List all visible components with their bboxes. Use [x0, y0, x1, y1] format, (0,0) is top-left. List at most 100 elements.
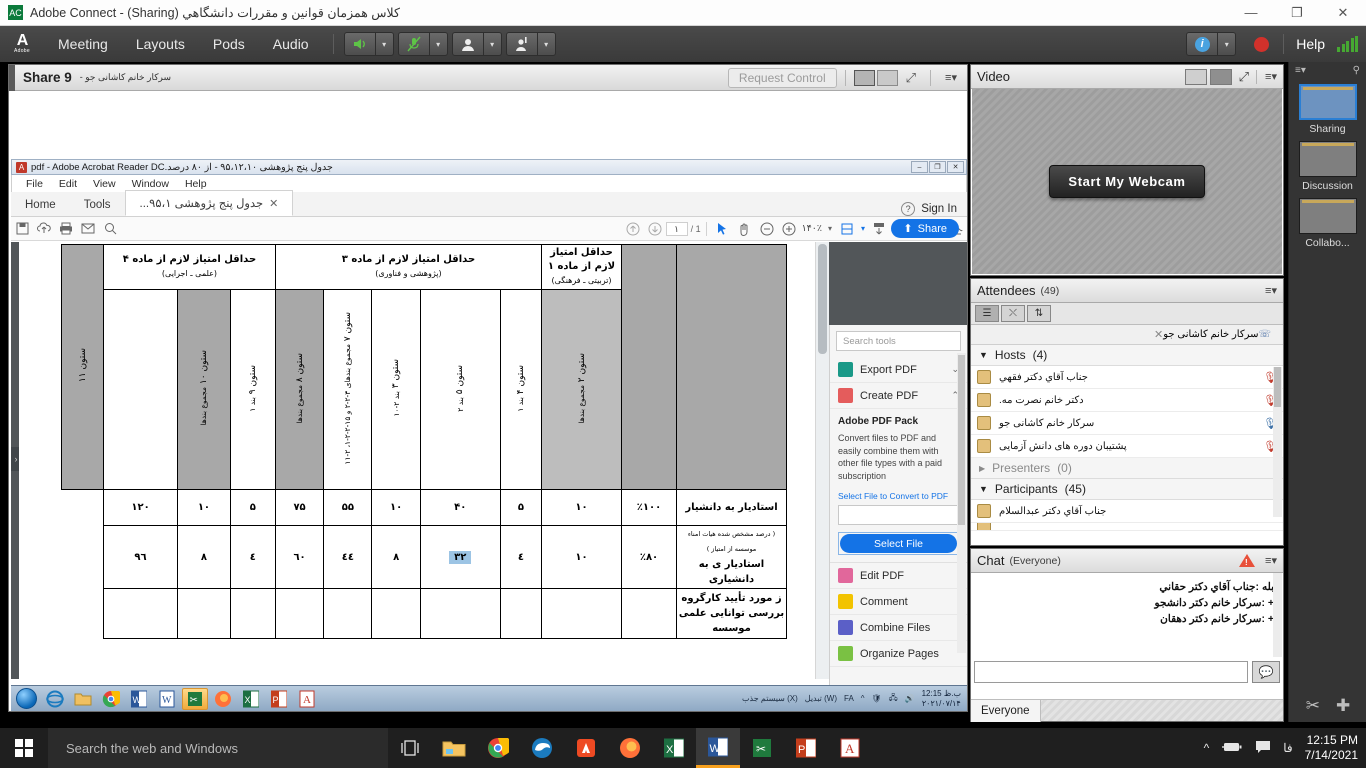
tools-scrollbar-thumb[interactable] — [958, 355, 965, 525]
language-indicator[interactable]: فا — [1283, 741, 1292, 755]
record-dot-icon[interactable] — [1254, 37, 1269, 52]
taskbar-internet-explorer-icon[interactable] — [42, 688, 68, 710]
tool-export-pdf[interactable]: Export PDF ⌄ — [830, 357, 967, 383]
acrobat-menu-window[interactable]: Window — [124, 178, 177, 190]
shared-screen-clock[interactable]: ب.ظ 12:15 ۲۰۲۱/۰۷/۱۴ — [922, 689, 961, 709]
info-icon[interactable]: i — [1186, 32, 1218, 56]
help-menu[interactable]: Help — [1296, 36, 1325, 52]
scroll-mode-icon[interactable] — [868, 218, 890, 240]
layout-thumb-collaboration[interactable] — [1299, 198, 1357, 234]
layouts-menu-icon[interactable]: ≡▾ — [1295, 65, 1306, 76]
attendee-self-close-icon[interactable]: ✕ — [1154, 328, 1163, 341]
webcam-icon[interactable] — [452, 32, 484, 56]
chat-bubble-icon[interactable]: 💬 — [1252, 661, 1280, 683]
close-button[interactable]: ✕ — [1320, 0, 1366, 26]
attendee-group-presenters[interactable]: ▶ Presenters (0) — [971, 458, 1283, 479]
attendee-group-hosts[interactable]: ▼ Hosts (4) — [971, 345, 1283, 366]
fullscreen-icon[interactable]: ⤢ — [906, 70, 916, 86]
tray-expand-icon[interactable]: ^ — [861, 694, 865, 703]
windows-logo-icon[interactable] — [0, 728, 48, 768]
acrobat-menu-edit[interactable]: Edit — [51, 178, 85, 190]
chat-scrollbar[interactable] — [1273, 573, 1282, 657]
warning-icon[interactable] — [1239, 554, 1255, 567]
attendee-row[interactable]: جناب آقاي دکتر فقهي 🎙 — [971, 366, 1283, 389]
filmstrip-layout-icon[interactable] — [1210, 69, 1232, 85]
menu-pods[interactable]: Pods — [199, 26, 259, 62]
taskbar-word-icon[interactable]: W — [696, 728, 740, 768]
share-draft-icon[interactable] — [877, 70, 898, 86]
email-icon[interactable] — [77, 218, 99, 240]
taskbar-snip-icon[interactable]: ✂ — [740, 728, 784, 768]
tray-antivirus-icon[interactable]: 🛡 — [872, 694, 882, 703]
acrobat-close-button[interactable]: ✕ — [947, 161, 964, 173]
attendees-scrollbar[interactable] — [1273, 367, 1282, 517]
chat-input[interactable] — [974, 661, 1248, 683]
page-number-input[interactable]: ۱ — [666, 222, 688, 236]
help-circle-icon[interactable]: ? — [901, 202, 915, 216]
save-icon[interactable] — [11, 218, 33, 240]
presenters-expand-arrow-icon[interactable]: ▶ — [979, 464, 985, 473]
webcam-dropdown-caret-icon[interactable]: ▾ — [484, 32, 502, 56]
video-fullscreen-icon[interactable]: ⤢ — [1239, 69, 1249, 85]
taskbar-explorer-icon[interactable] — [432, 728, 476, 768]
maximize-restore-button[interactable]: ❐ — [1274, 0, 1320, 26]
attendee-group-participants[interactable]: ▼ Participants (45) — [971, 479, 1283, 500]
minimize-button[interactable]: — — [1228, 0, 1274, 26]
tray-expand-icon[interactable]: ^ — [1204, 741, 1210, 755]
taskbar-firefox-icon[interactable] — [210, 688, 236, 710]
participants-expand-arrow-icon[interactable]: ▼ — [979, 484, 988, 494]
tab-home[interactable]: Home — [11, 194, 70, 216]
microphone-dropdown-caret-icon[interactable]: ▾ — [430, 32, 448, 56]
layout-thumb-discussion[interactable] — [1299, 141, 1357, 177]
pdf-pack-link[interactable]: Select File to Convert to PDF — [838, 491, 959, 501]
attendee-row[interactable]: جناب آقاي دکتر عبدالسلام — [971, 500, 1283, 523]
taskbar-excel-icon[interactable]: X — [238, 688, 264, 710]
attendee-row[interactable]: سرکار خانم کاشانی جو 🎙 — [971, 412, 1283, 435]
pdf-view-area[interactable]: › حداقل امتیاز لازم از ماده ۱ (تربیتی ـ … — [11, 242, 967, 679]
battery-icon[interactable] — [1221, 741, 1243, 756]
task-view-icon[interactable] — [388, 728, 432, 768]
taskbar-chrome-icon[interactable] — [98, 688, 124, 710]
tray-language-indicator[interactable]: FA — [844, 694, 854, 703]
zoom-dropdown-caret-icon[interactable]: ▾ — [824, 218, 836, 240]
attendee-row[interactable]: پشتیبان دوره های دانش آزمایی 🎙 — [971, 435, 1283, 458]
taskbar-snip-icon[interactable]: ✂ — [182, 688, 208, 710]
share-pod-menu-icon[interactable]: ≡▾ — [945, 71, 957, 84]
fit-caret-icon[interactable]: ▾ — [858, 218, 868, 240]
layout-add-icon[interactable]: ✚ — [1336, 696, 1350, 716]
phone-icon[interactable]: ☏ — [1258, 329, 1271, 340]
tray-item-jazb[interactable]: سیستم جذب (X) — [742, 694, 798, 703]
acrobat-menu-view[interactable]: View — [85, 178, 124, 190]
layout-tools-icon[interactable]: ✂ — [1306, 696, 1320, 716]
sort-attendees-icon[interactable]: ⇅ — [1027, 305, 1051, 322]
speaker-icon[interactable] — [344, 32, 376, 56]
taskbar-adobe-connect-icon[interactable] — [564, 728, 608, 768]
breakout-rooms-icon[interactable]: ⤬ — [1001, 305, 1025, 322]
tools-pane-scrollbar[interactable] — [957, 353, 966, 653]
attendees-scrollbar-thumb[interactable] — [1274, 367, 1281, 407]
video-pod-menu-icon[interactable]: ≡▾ — [1265, 70, 1277, 83]
grid-layout-icon[interactable] — [1185, 69, 1207, 85]
microphone-muted-icon[interactable] — [398, 32, 430, 56]
taskbar-edge-icon[interactable] — [520, 728, 564, 768]
notification-icon[interactable] — [1255, 740, 1271, 757]
tool-create-pdf[interactable]: Create PDF ⌃ — [830, 383, 967, 409]
fit-page-icon[interactable] — [836, 218, 858, 240]
chat-pod-menu-icon[interactable]: ≡▾ — [1265, 554, 1277, 567]
hand-tool-icon[interactable] — [734, 218, 756, 240]
taskbar-firefox-icon[interactable] — [608, 728, 652, 768]
taskbar-chrome-icon[interactable] — [476, 728, 520, 768]
sign-in-button[interactable]: Sign In — [921, 203, 957, 215]
acrobat-menu-file[interactable]: File — [18, 178, 51, 190]
taskbar-word-icon[interactable]: W — [126, 688, 152, 710]
acrobat-menu-help[interactable]: Help — [177, 178, 215, 190]
tray-item-tabdil[interactable]: تبدیل (W) — [805, 694, 837, 703]
request-control-button[interactable]: Request Control — [728, 68, 837, 88]
raise-hand-dropdown-caret-icon[interactable]: ▾ — [538, 32, 556, 56]
tool-combine-files[interactable]: Combine Files — [830, 615, 967, 641]
list-view-icon[interactable]: ☰ — [975, 305, 999, 322]
zoom-search-icon[interactable] — [99, 218, 121, 240]
attendees-pod-menu-icon[interactable]: ≡▾ — [1265, 284, 1277, 297]
pdf-vertical-scrollbar[interactable] — [815, 242, 829, 679]
tool-edit-pdf[interactable]: Edit PDF — [830, 563, 967, 589]
